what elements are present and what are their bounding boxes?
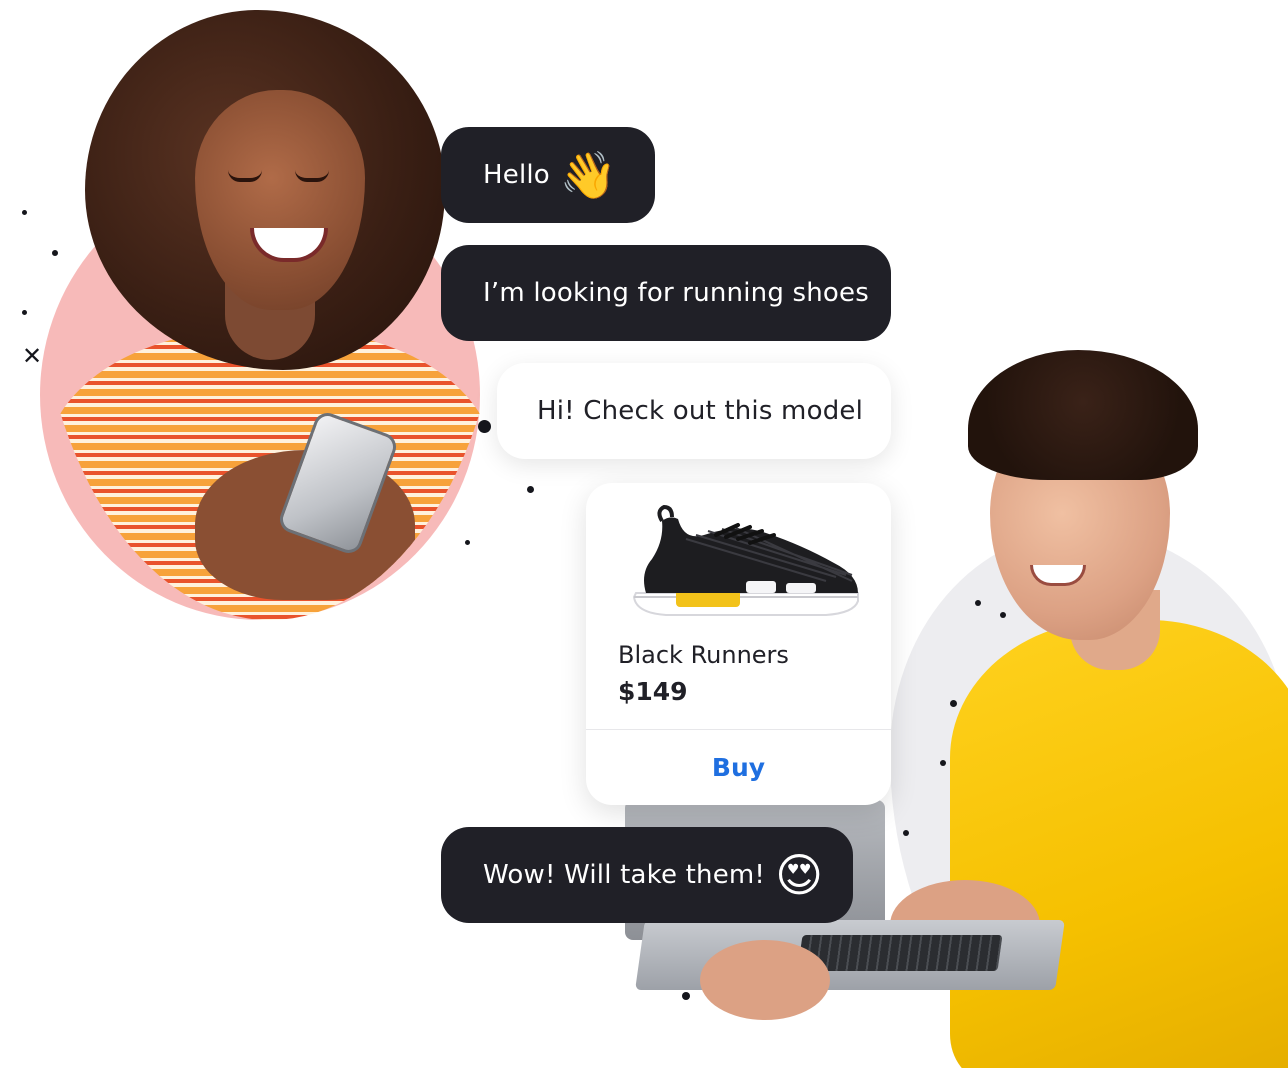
laptop-keyboard xyxy=(797,935,1003,971)
buy-button[interactable]: Buy xyxy=(586,730,891,805)
decor-dot xyxy=(682,992,690,1000)
decor-dot xyxy=(527,486,534,493)
yellow-sweater xyxy=(950,620,1288,1068)
message-text: Hi! Check out this model xyxy=(537,396,864,426)
product-price: $149 xyxy=(618,677,688,706)
message-text: Hello xyxy=(483,160,550,190)
chat-illustration: ✕ Hello 👋 I’m looking for running shoes … xyxy=(0,0,1288,1068)
dark-hair xyxy=(968,350,1198,480)
product-card: Black Runners $149 Buy xyxy=(586,483,891,805)
product-name: Black Runners xyxy=(618,641,789,669)
chat-message-customer: Wow! Will take them! 😍 xyxy=(441,827,853,923)
decor-x-mark: ✕ xyxy=(22,342,43,370)
decor-dot xyxy=(22,210,27,215)
decor-dot xyxy=(478,420,491,433)
decor-dot xyxy=(22,310,27,315)
chat-message-agent: Hi! Check out this model xyxy=(497,363,891,459)
chat-message-customer: I’m looking for running shoes xyxy=(441,245,891,341)
heart-eyes-emoji: 😍 xyxy=(775,848,824,902)
sneaker-icon xyxy=(632,504,859,616)
waving-hand-emoji: 👋 xyxy=(559,148,618,202)
chat-message-customer: Hello 👋 xyxy=(441,127,655,223)
left-hand xyxy=(700,940,830,1020)
decor-dot xyxy=(465,540,470,545)
message-text: I’m looking for running shoes xyxy=(483,278,869,308)
message-text: Wow! Will take them! xyxy=(483,860,766,890)
